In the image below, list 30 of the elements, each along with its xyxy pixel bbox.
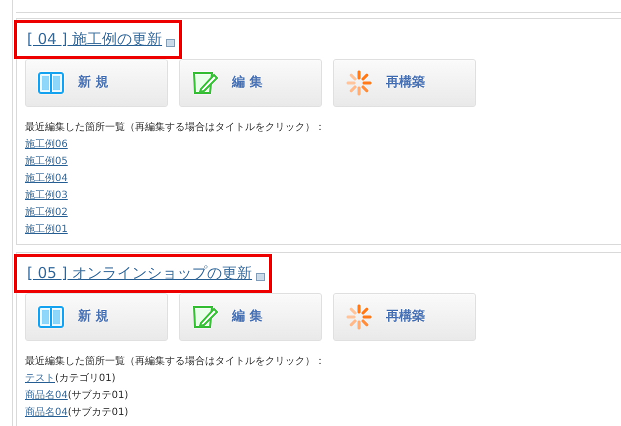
rebuild-button[interactable]: 再構築 <box>333 59 476 107</box>
recent-item-link[interactable]: 施工例05 <box>25 153 68 170</box>
edit-button[interactable]: 編 集 <box>179 59 322 107</box>
window-icon[interactable] <box>166 38 176 46</box>
section-title-link[interactable]: [ 05 ] オンラインショップの更新 <box>27 262 252 285</box>
recent-edits-label: 最近編集した箇所一覧（再編集する場合はタイトルをクリック）： <box>25 120 326 135</box>
new-button[interactable]: 新 規 <box>25 59 168 107</box>
recent-item-link[interactable]: 施工例02 <box>25 204 68 221</box>
spinner-icon <box>346 70 372 96</box>
book-icon <box>38 72 64 94</box>
recent-item-link[interactable]: テスト <box>25 370 55 387</box>
recent-item-link[interactable]: 商品名04 <box>25 404 68 421</box>
pencil-paper-icon <box>192 71 218 95</box>
rebuild-button[interactable]: 再構築 <box>333 293 476 341</box>
recent-item-link[interactable]: 商品名04 <box>25 387 68 404</box>
window-icon[interactable] <box>256 272 266 280</box>
edit-button[interactable]: 編 集 <box>179 293 322 341</box>
new-button[interactable]: 新 規 <box>25 293 168 341</box>
pencil-paper-icon <box>192 305 218 329</box>
book-icon <box>38 306 64 328</box>
recent-item-link[interactable]: 施工例01 <box>25 221 68 238</box>
category-label: (カテゴリ01) <box>55 372 116 386</box>
category-label: (サブカテ01) <box>68 406 128 420</box>
recent-item-link[interactable]: 施工例04 <box>25 170 68 187</box>
recent-edits-label: 最近編集した箇所一覧（再編集する場合はタイトルをクリック）： <box>25 354 326 369</box>
recent-item-link[interactable]: 施工例03 <box>25 187 68 204</box>
spinner-icon <box>346 304 372 330</box>
category-label: (サブカテ01) <box>68 388 128 403</box>
section-title-link[interactable]: [ 04 ] 施工例の更新 <box>27 28 162 51</box>
recent-item-link[interactable]: 施工例06 <box>25 136 68 153</box>
